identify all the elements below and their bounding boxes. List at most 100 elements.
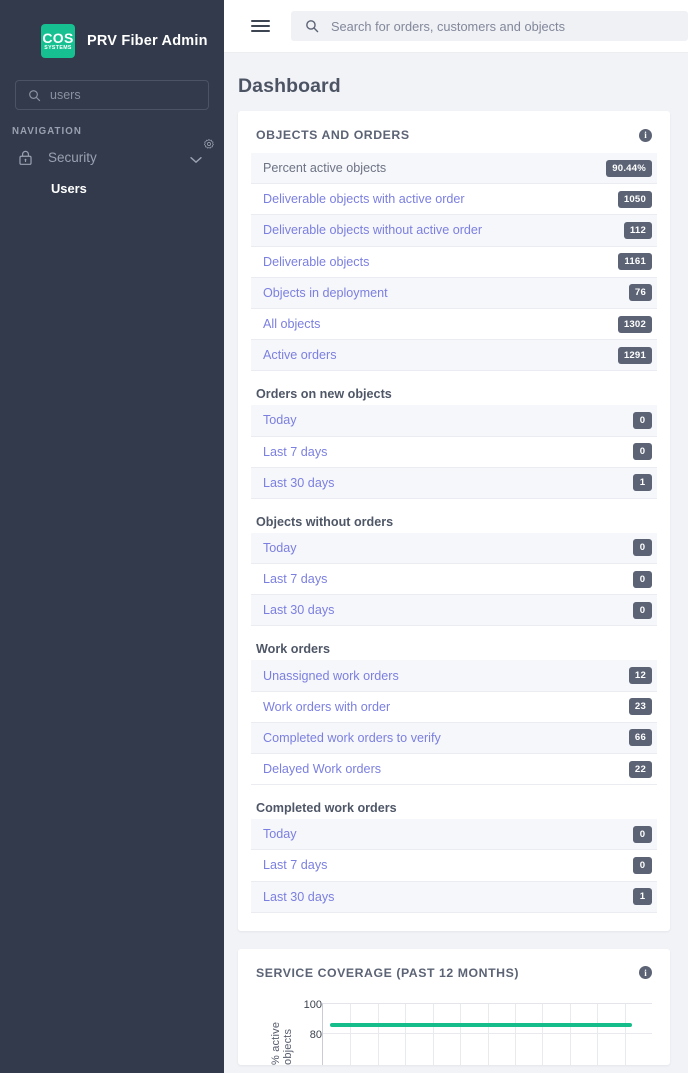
stat-row-group: Percent active objects 90.44% Deliverable … bbox=[251, 153, 657, 372]
chart-y-axis-label: % active objects bbox=[270, 1021, 294, 1065]
stat-row-badge: 0 bbox=[633, 570, 652, 588]
global-search-input[interactable]: Search for orders, customers and objects bbox=[291, 11, 688, 41]
stat-row-label[interactable]: Completed work orders to verify bbox=[263, 731, 441, 745]
stat-row[interactable]: Objects in deployment 76 bbox=[251, 277, 657, 309]
stat-row-label[interactable]: Delayed Work orders bbox=[263, 762, 381, 776]
sidebar-group-security[interactable]: Security bbox=[0, 137, 224, 177]
card-body: Percent active objects 90.44% Deliverable … bbox=[238, 153, 670, 931]
stat-row-group: Today 0 Last 7 days 0 Last 30 days 1 bbox=[251, 819, 657, 913]
stat-row-label: Percent active objects bbox=[263, 161, 387, 176]
stat-row-badge: 12 bbox=[628, 667, 652, 685]
stat-row-badge: 1050 bbox=[617, 190, 652, 208]
stat-row: Percent active objects 90.44% bbox=[251, 153, 657, 185]
stat-row[interactable]: Today 0 bbox=[251, 819, 657, 851]
stat-row-badge: 0 bbox=[633, 443, 652, 461]
stat-row-badge: 1 bbox=[633, 474, 652, 492]
stat-row-badge: 0 bbox=[633, 601, 652, 619]
topbar: Search for orders, customers and objects bbox=[224, 0, 688, 53]
stat-row[interactable]: Deliverable objects with active order 105… bbox=[251, 184, 657, 216]
stat-row-label[interactable]: Work orders with order bbox=[263, 700, 390, 714]
lock-icon bbox=[19, 150, 32, 165]
info-icon[interactable]: i bbox=[639, 966, 652, 980]
stat-row-label[interactable]: Active orders bbox=[263, 348, 337, 362]
chart-gridline-v bbox=[487, 1003, 489, 1065]
stat-row[interactable]: Last 7 days 0 bbox=[251, 850, 657, 882]
stat-row-badge: 0 bbox=[633, 539, 652, 557]
stat-row[interactable]: Last 7 days 0 bbox=[251, 437, 657, 468]
service-coverage-chart: % active objects 100 80 bbox=[238, 991, 670, 1065]
chart-gridline-v bbox=[460, 1003, 462, 1065]
stat-row[interactable]: Unassigned work orders 12 bbox=[251, 660, 657, 692]
stat-row[interactable]: All objects 1302 bbox=[251, 309, 657, 341]
sidebar-search-input[interactable]: users bbox=[15, 80, 209, 110]
chart-y-tick: 100 bbox=[303, 998, 322, 1011]
page-title: Dashboard bbox=[238, 75, 341, 97]
stat-row-label[interactable]: Last 7 days bbox=[263, 858, 327, 872]
stat-row-badge: 1161 bbox=[618, 253, 652, 271]
stat-row-label[interactable]: Last 30 days bbox=[263, 890, 334, 904]
section-title: Completed work orders bbox=[256, 801, 397, 816]
stat-row-label[interactable]: Last 7 days bbox=[263, 572, 327, 586]
logo-line1: COS bbox=[42, 29, 74, 46]
main-area: Search for orders, customers and objects… bbox=[224, 0, 688, 1073]
chart-gridline-v bbox=[377, 1003, 379, 1065]
info-icon[interactable]: i bbox=[639, 128, 652, 142]
card-objects-and-orders: OBJECTS AND ORDERS i Percent active obje… bbox=[238, 111, 670, 931]
stat-row-label[interactable]: Deliverable objects without active order bbox=[263, 223, 482, 237]
stat-row-label[interactable]: Last 30 days bbox=[263, 603, 334, 617]
stat-row[interactable]: Deliverable objects 1161 bbox=[251, 247, 657, 278]
stat-row[interactable]: Work orders with order 23 bbox=[251, 692, 657, 723]
hamburger-bar bbox=[251, 25, 270, 27]
chart-gridline-v bbox=[569, 1003, 571, 1065]
stat-row-group: Today 0 Last 7 days 0 Last 30 days 1 bbox=[251, 405, 657, 499]
search-icon bbox=[29, 89, 41, 101]
stat-row[interactable]: Last 30 days 0 bbox=[251, 595, 657, 627]
chart-gridline-v bbox=[597, 1003, 599, 1065]
stat-row-badge: 23 bbox=[628, 698, 652, 716]
stat-row[interactable]: Last 30 days 1 bbox=[251, 881, 657, 913]
stat-row[interactable]: Last 30 days 1 bbox=[251, 467, 657, 499]
app-root: COS SYSTEMS PRV Fiber Admin users NAVIGA… bbox=[0, 0, 688, 1073]
stat-row-label[interactable]: All objects bbox=[263, 317, 320, 331]
chart-gridline-v bbox=[624, 1003, 626, 1065]
chart-gridline-v bbox=[432, 1003, 434, 1065]
stat-row[interactable]: Completed work orders to verify 66 bbox=[251, 722, 657, 754]
stat-row-label[interactable]: Unassigned work orders bbox=[263, 669, 399, 683]
stat-row-group: Unassigned work orders 12 Work orders with… bbox=[251, 660, 657, 786]
chart-gridline-v bbox=[542, 1003, 544, 1065]
hamburger-icon[interactable] bbox=[251, 19, 270, 33]
stat-row[interactable]: Delayed Work orders 22 bbox=[251, 754, 657, 786]
stat-row-label[interactable]: Today bbox=[263, 413, 297, 427]
nav-section-label: NAVIGATION bbox=[12, 126, 82, 137]
stat-row-badge: 0 bbox=[633, 411, 652, 429]
card-header: SERVICE COVERAGE (PAST 12 MONTHS) i bbox=[238, 949, 670, 991]
brand[interactable]: COS SYSTEMS PRV Fiber Admin bbox=[0, 0, 224, 67]
stat-row[interactable]: Deliverable objects without active order… bbox=[251, 215, 657, 247]
section-title: Objects without orders bbox=[256, 514, 394, 529]
stat-row[interactable]: Last 7 days 0 bbox=[251, 564, 657, 596]
stat-row[interactable]: Active orders 1291 bbox=[251, 340, 657, 372]
section-title: Orders on new objects bbox=[256, 387, 392, 402]
chart-y-ticks: 100 80 bbox=[296, 995, 322, 1065]
chevron-down-icon[interactable] bbox=[190, 151, 202, 169]
stat-row-badge: 1 bbox=[633, 888, 652, 906]
chart-series-line bbox=[329, 1022, 633, 1027]
stat-row-label[interactable]: Objects in deployment bbox=[263, 286, 388, 300]
stat-row-label[interactable]: Last 7 days bbox=[263, 445, 327, 459]
gear-icon[interactable] bbox=[203, 137, 215, 155]
stat-row-label[interactable]: Deliverable objects bbox=[263, 255, 369, 269]
stat-row-label[interactable]: Deliverable objects with active order bbox=[263, 192, 465, 206]
stat-row-badge: 112 bbox=[623, 221, 652, 239]
stat-row-label[interactable]: Last 30 days bbox=[263, 476, 334, 490]
sidebar-item-users[interactable]: Users bbox=[0, 177, 224, 200]
stat-row-badge: 1291 bbox=[617, 346, 652, 364]
chart-plot-area bbox=[322, 1002, 652, 1065]
stat-row[interactable]: Today 0 bbox=[251, 405, 657, 437]
stat-row-label[interactable]: Today bbox=[263, 827, 297, 841]
sidebar-group-label: Security bbox=[48, 149, 97, 165]
sidebar-search-value: users bbox=[50, 88, 81, 102]
stat-row-label[interactable]: Today bbox=[263, 541, 297, 555]
stat-row[interactable]: Today 0 bbox=[251, 532, 657, 565]
chart-y-tick: 80 bbox=[309, 1028, 322, 1041]
stat-row-badge: 0 bbox=[633, 856, 652, 874]
